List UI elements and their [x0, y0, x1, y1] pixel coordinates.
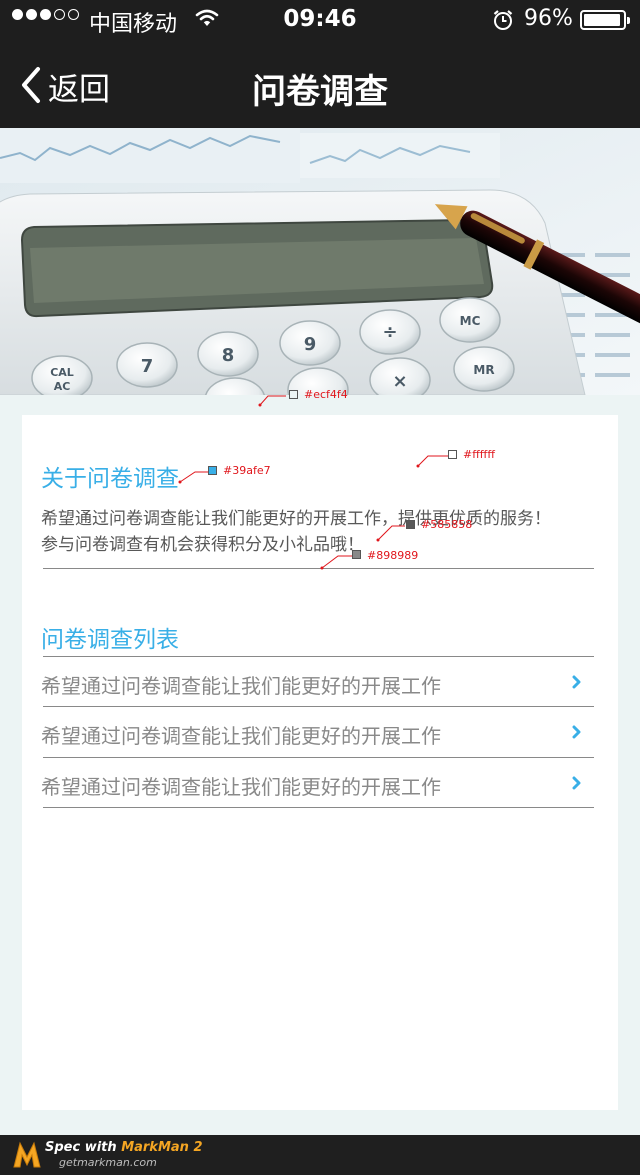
- color-swatch: [448, 450, 457, 459]
- markman-footer: Spec with MarkMan 2 getmarkman.com: [0, 1135, 640, 1175]
- spec-label: #39afe7: [223, 464, 271, 477]
- spec-prefix: Spec with: [45, 1140, 122, 1155]
- markman-brand: MarkMan 2: [121, 1140, 203, 1155]
- color-swatch: [208, 466, 217, 475]
- markman-site: getmarkman.com: [59, 1156, 157, 1169]
- markman-spec-line: Spec with MarkMan 2: [45, 1140, 203, 1155]
- spec-leader-lines: [178, 395, 448, 570]
- spec-label: #ffffff: [463, 448, 495, 461]
- markman-logo-icon: [12, 1139, 42, 1175]
- color-swatch: [352, 550, 361, 559]
- spec-label: #585858: [421, 518, 473, 531]
- color-swatch: [406, 520, 415, 529]
- spec-label: #898989: [367, 549, 419, 562]
